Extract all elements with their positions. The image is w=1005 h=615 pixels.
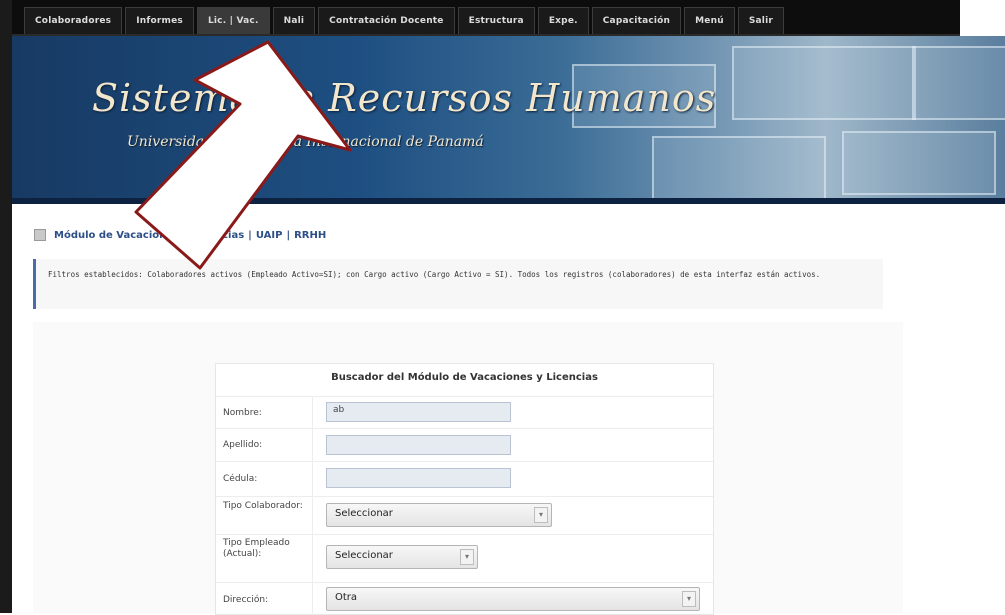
- breadcrumb-separator: |: [286, 229, 291, 241]
- tab-salir[interactable]: Salir: [737, 7, 785, 34]
- tab-expediente[interactable]: Expe.: [537, 7, 589, 34]
- chevron-down-icon[interactable]: ▾: [534, 507, 548, 523]
- breadcrumb: Módulo de Vacaciones y Licencias | UAIP …: [34, 229, 326, 241]
- banner-subtitle: Universidad Tecnológica Internacional de…: [127, 134, 484, 150]
- tab-estructura[interactable]: Estructura: [457, 7, 535, 34]
- row-apellido: Apellido:: [216, 428, 713, 462]
- tab-licencias-vacaciones[interactable]: Lic. | Vac.: [196, 7, 270, 34]
- direccion-select[interactable]: Otra ▾: [326, 587, 700, 611]
- row-tipo-colaborador: Tipo Colaborador: Seleccionar ▾: [216, 496, 713, 535]
- tab-capacitacion[interactable]: Capacitación: [591, 7, 682, 34]
- filter-note: Filtros establecidos: Colaboradores acti…: [33, 259, 883, 309]
- cedula-label: Cédula:: [223, 474, 258, 484]
- apellido-label: Apellido:: [223, 440, 263, 450]
- tipo-empleado-select[interactable]: Seleccionar ▾: [326, 545, 478, 569]
- tipo-colaborador-select[interactable]: Seleccionar ▾: [326, 503, 552, 527]
- banner-title: Sistema de Recursos Humanos: [92, 76, 717, 120]
- tab-nali[interactable]: Nali: [272, 7, 316, 34]
- left-frame: [0, 0, 12, 613]
- banner-texture: [652, 136, 826, 200]
- top-navigation: Colaboradores Informes Lic. | Vac. Nali …: [12, 0, 960, 36]
- nombre-input[interactable]: ab: [326, 402, 511, 422]
- tipo-empleado-value: Seleccionar: [335, 550, 393, 561]
- breadcrumb-item-rrhh[interactable]: RRHH: [294, 230, 326, 241]
- row-tipo-empleado: Tipo Empleado (Actual): Seleccionar ▾: [216, 534, 713, 583]
- row-nombre: Nombre: ab: [216, 396, 713, 429]
- tipo-empleado-label: Tipo Empleado (Actual):: [223, 538, 290, 559]
- breadcrumb-separator: |: [248, 229, 252, 241]
- tipo-colaborador-value: Seleccionar: [335, 508, 393, 519]
- chevron-down-icon[interactable]: ▾: [460, 549, 474, 565]
- breadcrumb-item-vacaciones[interactable]: Módulo de Vacaciones y Licencias: [54, 230, 244, 241]
- direccion-label: Dirección:: [223, 595, 269, 605]
- apellido-input[interactable]: [326, 435, 511, 455]
- banner-texture: [842, 131, 996, 195]
- chevron-down-icon[interactable]: ▾: [682, 591, 696, 607]
- search-form: Buscador del Módulo de Vacaciones y Lice…: [215, 363, 714, 615]
- header-banner: Sistema de Recursos Humanos Universidad …: [12, 36, 1005, 204]
- row-direccion: Dirección: Otra ▾: [216, 582, 713, 615]
- tab-contratacion-docente[interactable]: Contratación Docente: [318, 7, 455, 34]
- row-cedula: Cédula:: [216, 461, 713, 497]
- nombre-label: Nombre:: [223, 408, 262, 418]
- direccion-value: Otra: [335, 592, 358, 603]
- form-title: Buscador del Módulo de Vacaciones y Lice…: [331, 372, 598, 383]
- tipo-colaborador-label: Tipo Colaborador:: [223, 501, 303, 511]
- tab-menu[interactable]: Menú: [684, 7, 735, 34]
- module-icon: [34, 229, 46, 241]
- tab-colaboradores[interactable]: Colaboradores: [24, 7, 123, 34]
- breadcrumb-item-uaip[interactable]: UAIP: [256, 230, 283, 241]
- tab-informes[interactable]: Informes: [125, 7, 194, 34]
- banner-texture: [912, 46, 1005, 120]
- cedula-input[interactable]: [326, 468, 511, 488]
- banner-texture: [732, 46, 916, 120]
